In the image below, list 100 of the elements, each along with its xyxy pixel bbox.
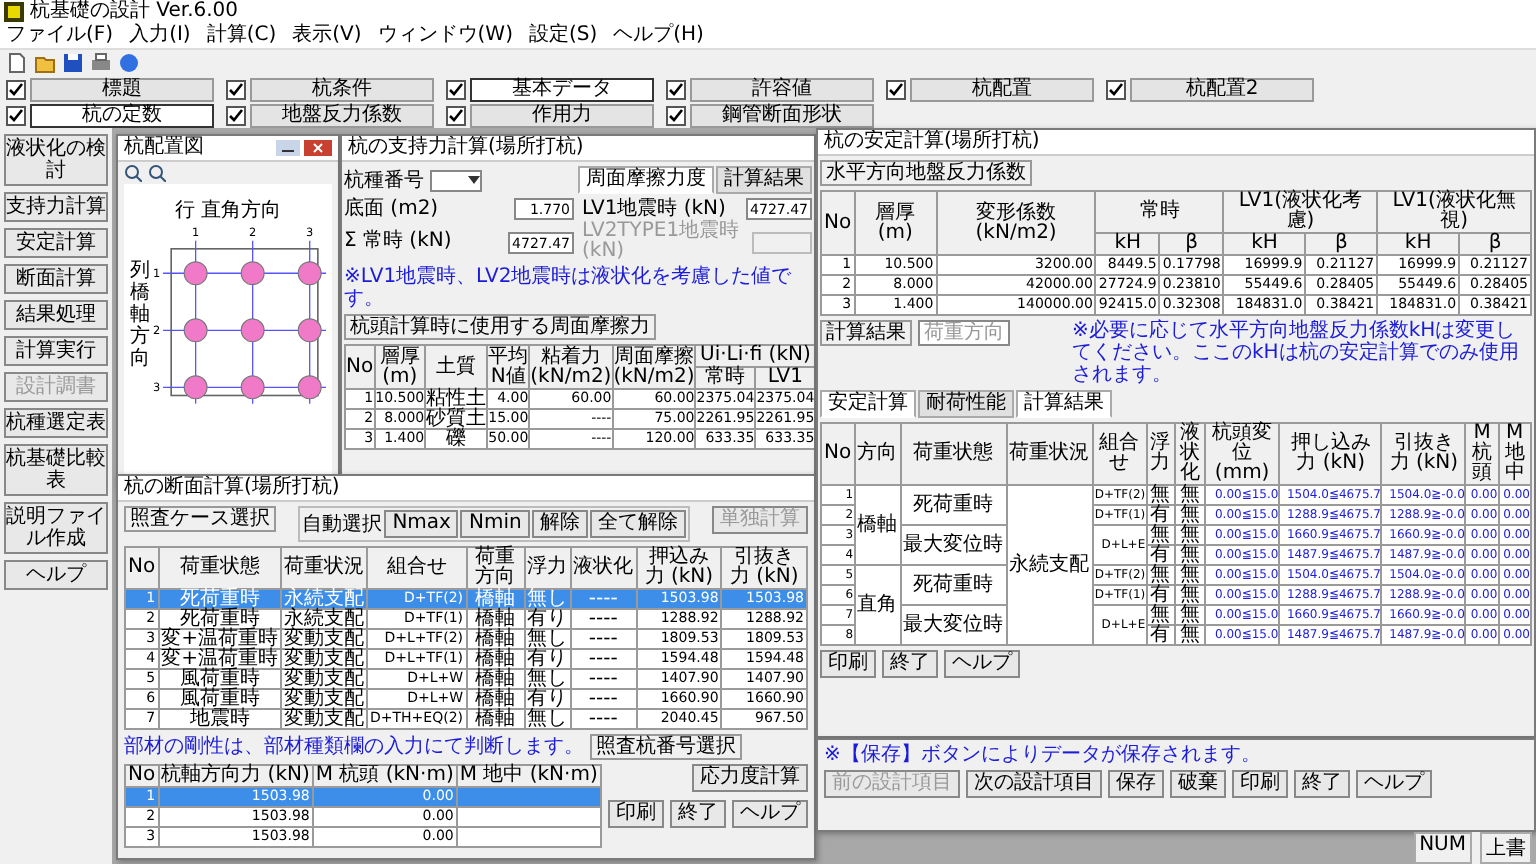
column-header: 浮力 — [524, 547, 571, 589]
window-button[interactable]: 保存 — [1108, 770, 1164, 798]
column-header: M 地中 (kN·m) — [456, 765, 601, 787]
menu-item[interactable]: 計算(C) — [206, 24, 277, 48]
table-cell: 永続支配 — [281, 589, 367, 609]
input-button[interactable]: 作用力 — [470, 103, 654, 127]
checkbox[interactable] — [226, 105, 246, 125]
checkbox[interactable] — [446, 79, 466, 99]
input-button[interactable]: 杭配置 — [910, 77, 1094, 101]
sidebar-button[interactable]: 液状化の検討 — [4, 134, 108, 186]
column-header: No — [821, 423, 855, 485]
table-cell: 風荷重時 — [158, 689, 281, 709]
sidebar-button[interactable]: 断面計算 — [4, 264, 108, 294]
menu-item[interactable]: 入力(I) — [129, 24, 191, 48]
column-header: Ui·Li·fi (kN) — [695, 345, 814, 367]
checkbox[interactable] — [446, 105, 466, 125]
sidebar-button[interactable]: 杭種選定表 — [4, 408, 108, 438]
window-button[interactable]: 終了 — [882, 650, 938, 678]
close-icon[interactable] — [304, 140, 332, 156]
column-header: kH — [1223, 233, 1306, 255]
checkbox[interactable] — [886, 79, 906, 99]
menu-item[interactable]: 設定(S) — [528, 24, 598, 48]
auto-select-button[interactable]: 解除 — [531, 510, 588, 538]
table-cell: 永続支配 — [281, 609, 367, 629]
table-cell: 無 — [1174, 585, 1205, 605]
column-header: No — [125, 547, 159, 589]
checkbox[interactable] — [666, 79, 686, 99]
menu-item[interactable]: ヘルプ(H) — [613, 24, 704, 48]
input-button[interactable]: 地盤反力係数 — [250, 103, 434, 127]
table-cell: 無 — [1174, 485, 1205, 505]
sidebar-button[interactable]: 支持力計算 — [4, 192, 108, 222]
zoom-out-icon[interactable] — [148, 164, 166, 182]
group-label: 自動選択 — [302, 512, 383, 538]
checkbox[interactable] — [226, 79, 246, 99]
menu-item[interactable]: ウィンドウ(W) — [377, 24, 513, 48]
printer-icon[interactable] — [90, 52, 112, 74]
field-label: LV1地震時 (kN) — [582, 199, 726, 219]
tab[interactable]: 計算結果 — [716, 166, 812, 194]
window-button[interactable]: 破棄 — [1170, 770, 1226, 798]
sidebar-button[interactable]: 説明ファイル作成 — [4, 502, 108, 554]
input-button[interactable]: 標題 — [30, 77, 214, 101]
table-cell: 無 — [1146, 565, 1175, 585]
tab[interactable]: 安定計算 — [820, 390, 916, 418]
auto-select-button[interactable]: 全て解除 — [589, 510, 686, 538]
sidebar-button[interactable]: 結果処理 — [4, 300, 108, 330]
table-cell: 橋軸 — [466, 589, 525, 609]
auto-select-button[interactable]: Nmin — [460, 510, 530, 538]
input-button[interactable]: 杭条件 — [250, 77, 434, 101]
input-button[interactable]: 杭配置2 — [1130, 77, 1314, 101]
window-button[interactable]: ヘルプ — [944, 650, 1020, 678]
save-icon[interactable] — [62, 52, 84, 74]
auto-select-button[interactable]: Nmax — [384, 510, 459, 538]
table-cell: 無 — [1174, 565, 1205, 585]
column-header: 浮力 — [1146, 423, 1175, 485]
sidebar-button[interactable]: 安定計算 — [4, 228, 108, 258]
checkbox[interactable] — [6, 79, 26, 99]
table-cell: ---- — [570, 649, 637, 669]
checkbox[interactable] — [666, 105, 686, 125]
stress-calc-button[interactable]: 応力度計算 — [692, 764, 808, 792]
caret-icon — [468, 176, 480, 184]
tab[interactable]: 周面摩擦力度 — [578, 166, 714, 194]
sidebar-button[interactable]: ヘルプ — [4, 560, 108, 590]
input-field[interactable] — [752, 231, 812, 253]
window-button[interactable]: 次の設計項目 — [966, 770, 1102, 798]
group-label: 照査杭番号選択 — [590, 734, 742, 760]
table-cell: 橋軸 — [466, 669, 525, 689]
sidebar-button[interactable]: 計算実行 — [4, 336, 108, 366]
input-button[interactable]: 許容値 — [690, 77, 874, 101]
minimize-icon[interactable] — [276, 140, 300, 156]
input-button[interactable]: 鋼管断面形状 — [690, 103, 874, 127]
table-cell: 変動支配 — [281, 629, 367, 649]
table-cell: 死荷重時 — [900, 485, 1007, 525]
column-header: LV1 — [755, 367, 814, 389]
axis-label: 行 直角方向 — [174, 197, 282, 224]
checkbox[interactable] — [6, 105, 26, 125]
input-button[interactable]: 杭の定数 — [30, 103, 214, 127]
tab[interactable]: 耐荷性能 — [918, 390, 1014, 418]
menu-item[interactable]: ファイル(F) — [6, 24, 114, 48]
column-header: M地中 — [1498, 423, 1531, 485]
column-header: 層厚 (m) — [374, 345, 426, 389]
dropdown[interactable] — [430, 169, 482, 191]
sidebar-button[interactable]: 杭基礎比較表 — [4, 444, 108, 496]
column-header: 荷重状態 — [900, 423, 1007, 485]
window-button[interactable]: ヘルプ — [1356, 770, 1432, 798]
note-text: 部材の剛性は、部材種類欄の入力にて判断します。 — [124, 736, 584, 758]
window-button[interactable]: 印刷 — [608, 800, 664, 828]
window-button[interactable]: ヘルプ — [732, 800, 808, 828]
column-header: 杭軸方向力 (kN) — [158, 765, 313, 787]
help-icon[interactable] — [118, 52, 140, 74]
checkbox[interactable] — [1106, 79, 1126, 99]
window-button[interactable]: 印刷 — [820, 650, 876, 678]
input-button[interactable]: 基本データ — [470, 77, 654, 101]
window-button[interactable]: 印刷 — [1232, 770, 1288, 798]
window-button[interactable]: 終了 — [670, 800, 726, 828]
zoom-in-icon[interactable] — [124, 164, 142, 182]
window-button[interactable]: 終了 — [1294, 770, 1350, 798]
column-header: 引抜き力 (kN) — [1381, 423, 1466, 485]
column-header: 常時 — [695, 367, 756, 389]
tab[interactable]: 計算結果 — [1016, 390, 1112, 418]
menu-item[interactable]: 表示(V) — [292, 24, 362, 48]
